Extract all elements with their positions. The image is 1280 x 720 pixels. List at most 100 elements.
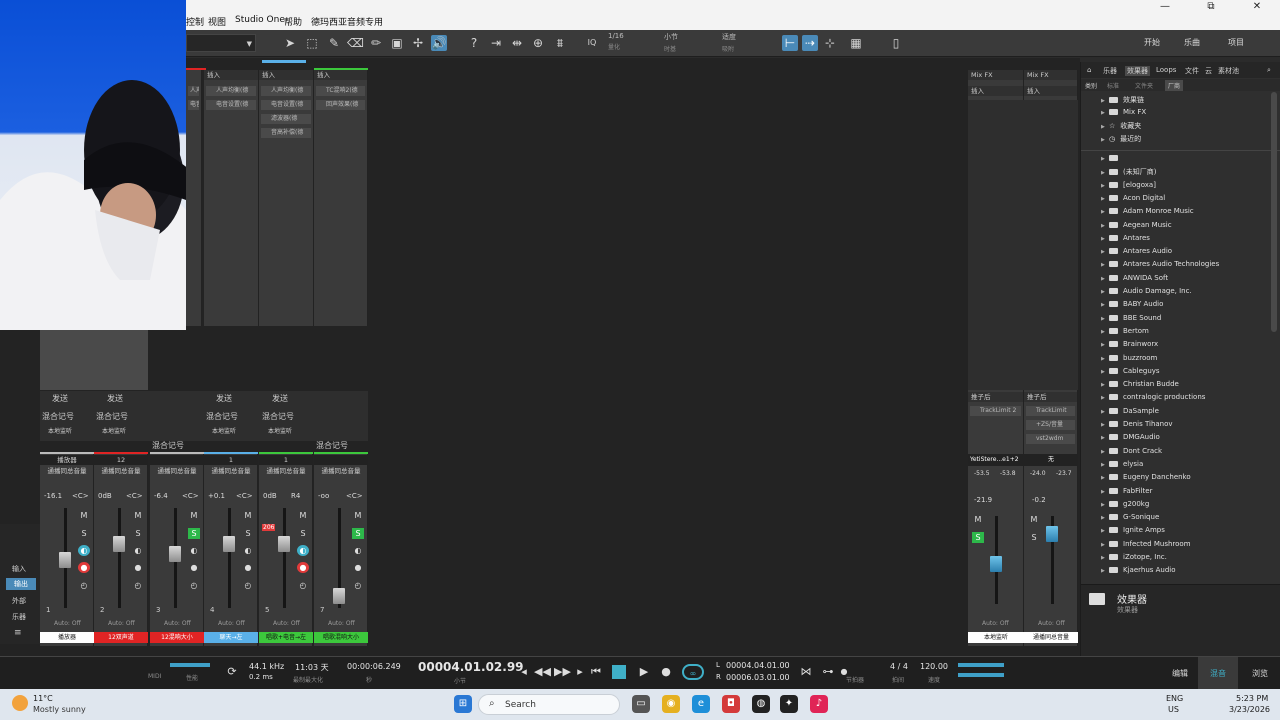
app-icon[interactable]: ◘ (722, 695, 740, 713)
mute-button[interactable]: M (972, 514, 984, 525)
insert-slot[interactable]: 人声均衡(德 (261, 86, 311, 96)
track-selector[interactable]: ▼ (186, 34, 256, 52)
mute-button[interactable]: M (78, 510, 90, 521)
menu-icon[interactable]: ≡ (14, 628, 22, 638)
search-icon[interactable]: ⌕ (1267, 66, 1271, 75)
post-slot[interactable]: vst2wdm (1026, 434, 1075, 444)
scrollbar[interactable] (1271, 92, 1277, 332)
snap-cursor-icon[interactable]: ⇹ (509, 35, 525, 51)
volume-value[interactable]: -6.4 (154, 492, 168, 500)
insert-slot[interactable]: 人声均衡(德 (206, 86, 256, 96)
snap-field[interactable]: 适度 吸附 (722, 32, 772, 53)
minimize-button[interactable]: — (1142, 0, 1188, 14)
region[interactable]: US (1168, 705, 1179, 714)
vendor-item[interactable]: ▶ g200kg (1101, 500, 1149, 513)
automation-mode[interactable]: Auto: Off (273, 620, 300, 627)
monitor-label[interactable]: 本地监听 (48, 426, 72, 435)
weather-desc[interactable]: Mostly sunny (33, 705, 86, 714)
vendor-item[interactable]: ▶ ANWIDA Soft (1101, 274, 1168, 287)
forward-icon[interactable]: ▶▶ (554, 664, 571, 680)
view-mix-button[interactable]: 混音 (1198, 657, 1238, 690)
automation-mode[interactable]: Auto: Off (328, 620, 355, 627)
loop-button[interactable]: ∞ (682, 664, 704, 680)
pan-value[interactable]: R4 (291, 492, 300, 500)
rewind-start-icon[interactable]: ◂ (516, 664, 532, 680)
time-seconds[interactable]: 00:00:06.249 (347, 662, 401, 671)
vendor-item[interactable]: ▶ BBE Sound (1101, 314, 1161, 327)
dock-icon[interactable]: ▯ (888, 35, 904, 51)
vendor-item[interactable]: ▶ Antares Audio (1101, 247, 1172, 260)
pan-value[interactable]: <C> (236, 492, 253, 500)
quantize-field[interactable]: 1/16 量化 (608, 32, 658, 51)
monitor-icon[interactable]: ◐ (132, 545, 144, 556)
tab-effects[interactable]: 效果器 (1125, 66, 1150, 76)
send-label[interactable]: 发送 (52, 393, 68, 404)
channel-input[interactable]: 1 (204, 455, 258, 465)
rewind-icon[interactable]: ◀◀ (534, 664, 551, 680)
view-edit-button[interactable]: 编辑 (1160, 657, 1200, 690)
loop-end[interactable]: 00006.03.01.00 (726, 673, 790, 682)
clock-time[interactable]: 5:23 PM (1236, 694, 1268, 703)
insert-slot[interactable]: 电音设置(德 (261, 100, 311, 110)
studio-one-icon[interactable]: ✦ (780, 695, 798, 713)
vendor-item[interactable]: ▶ (未知厂商) (1101, 167, 1156, 180)
tab-files[interactable]: 文件 (1185, 66, 1199, 76)
record-arm-icon[interactable]: ● (352, 562, 364, 573)
vendor-item[interactable]: ▶ Kjaerhus Audio (1101, 566, 1176, 579)
automation-mode[interactable]: Auto: Off (1038, 620, 1065, 627)
post-fader-header[interactable]: 推子后 (968, 392, 1023, 402)
volume-value[interactable]: -21.9 (974, 496, 992, 504)
volume-value[interactable]: 0dB (263, 492, 277, 500)
punch-icon[interactable]: ⋈ (798, 664, 814, 680)
snap-left-icon[interactable]: ⇥ (488, 35, 504, 51)
vendor-item[interactable]: ▶ DMGAudio (1101, 433, 1160, 446)
channel-name[interactable]: 唱歌混响大小 (314, 632, 368, 643)
vendor-item[interactable]: ▶ Ignite Amps (1101, 526, 1165, 539)
volume-fader[interactable] (113, 536, 125, 552)
bus-output[interactable]: 无 (1024, 454, 1078, 466)
menu-control[interactable]: 控制 (186, 15, 204, 28)
monitor-icon[interactable]: ◐ (78, 545, 90, 556)
taskview-icon[interactable]: ▭ (632, 695, 650, 713)
tree-item-favorites[interactable]: ▶ ☆ 收藏夹 (1101, 121, 1141, 134)
channel-name[interactable]: 12混响大小 (150, 632, 204, 643)
sort-vendor[interactable]: 厂商 (1165, 80, 1184, 91)
channel-input[interactable] (314, 455, 368, 465)
solo-button[interactable]: S (972, 532, 984, 543)
solo-button[interactable]: S (242, 528, 254, 539)
timer-icon[interactable]: ◴ (78, 580, 90, 591)
zoom-icon[interactable]: ⊕ (530, 35, 546, 51)
position-display[interactable]: 00004.01.02.99 (418, 660, 524, 674)
loop-start[interactable]: 00004.04.01.00 (726, 661, 790, 670)
mode-song-button[interactable]: 乐曲 (1184, 37, 1200, 48)
mute-button[interactable]: M (297, 510, 309, 521)
menu-help[interactable]: 帮助 (284, 15, 302, 28)
record-arm-icon[interactable]: ● (188, 562, 200, 573)
insert-slot[interactable]: 人声均衡(德 (188, 86, 199, 96)
vendor-item[interactable]: ▶ Infected Mushroom (1101, 540, 1191, 553)
vendor-item[interactable]: ▶ G-Sonique (1101, 513, 1159, 526)
bus-output[interactable]: YetiStere...e1+2 (968, 454, 1024, 466)
app2-icon[interactable]: ◍ (752, 695, 770, 713)
channel-name[interactable]: 播放器 (40, 632, 94, 643)
volume-value[interactable]: 0dB (98, 492, 112, 500)
play-button[interactable]: ▶ (636, 664, 652, 680)
solo-button[interactable]: S (78, 528, 90, 539)
pan-value[interactable]: <C> (346, 492, 363, 500)
vendor-item[interactable]: ▶ buzzroom (1101, 354, 1157, 367)
timer-icon[interactable]: ◴ (242, 580, 254, 591)
insert-header[interactable]: 插入 (314, 70, 367, 80)
eraser-tool-icon[interactable]: ⌫ (347, 35, 364, 51)
search-box[interactable]: ⌕ Search (478, 694, 620, 715)
time-signature[interactable]: 4 / 4 (890, 662, 908, 671)
grid-view-icon[interactable]: ▦ (848, 35, 864, 51)
side-tab-output[interactable]: 输出 (6, 578, 36, 590)
channel-route[interactable]: 通播同总音量 (40, 466, 94, 476)
mode-start-button[interactable]: 开始 (1144, 37, 1160, 48)
tree-item-recent[interactable]: ▶ ◷ 最近的 (1101, 134, 1141, 147)
solo-button[interactable]: S (1028, 532, 1040, 543)
solo-button[interactable]: S (188, 528, 200, 539)
weather-temp[interactable]: 11°C (33, 694, 53, 703)
mute-button[interactable]: M (188, 510, 200, 521)
arrow-tool-icon[interactable]: ➤ (282, 35, 298, 51)
